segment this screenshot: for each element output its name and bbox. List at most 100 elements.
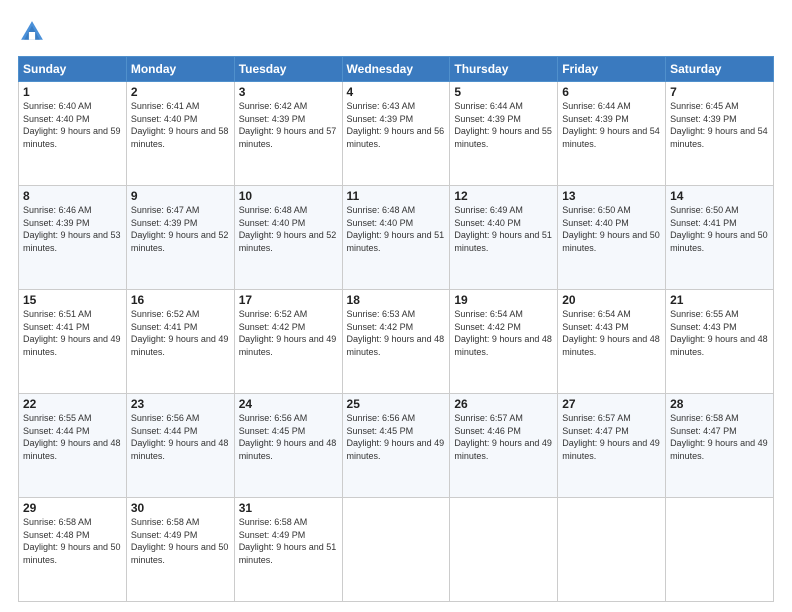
day-info: Sunrise: 6:46 AMSunset: 4:39 PMDaylight:… xyxy=(23,204,122,254)
calendar-cell: 6Sunrise: 6:44 AMSunset: 4:39 PMDaylight… xyxy=(558,82,666,186)
calendar-cell: 10Sunrise: 6:48 AMSunset: 4:40 PMDayligh… xyxy=(234,186,342,290)
calendar-cell: 13Sunrise: 6:50 AMSunset: 4:40 PMDayligh… xyxy=(558,186,666,290)
calendar-cell: 1Sunrise: 6:40 AMSunset: 4:40 PMDaylight… xyxy=(19,82,127,186)
page: SundayMondayTuesdayWednesdayThursdayFrid… xyxy=(0,0,792,612)
day-number: 25 xyxy=(347,397,446,411)
calendar-cell: 27Sunrise: 6:57 AMSunset: 4:47 PMDayligh… xyxy=(558,394,666,498)
calendar-cell: 22Sunrise: 6:55 AMSunset: 4:44 PMDayligh… xyxy=(19,394,127,498)
day-number: 1 xyxy=(23,85,122,99)
calendar-cell: 16Sunrise: 6:52 AMSunset: 4:41 PMDayligh… xyxy=(126,290,234,394)
calendar-cell: 23Sunrise: 6:56 AMSunset: 4:44 PMDayligh… xyxy=(126,394,234,498)
day-number: 26 xyxy=(454,397,553,411)
day-number: 4 xyxy=(347,85,446,99)
day-info: Sunrise: 6:58 AMSunset: 4:48 PMDaylight:… xyxy=(23,516,122,566)
day-number: 19 xyxy=(454,293,553,307)
calendar-cell: 31Sunrise: 6:58 AMSunset: 4:49 PMDayligh… xyxy=(234,498,342,602)
day-info: Sunrise: 6:54 AMSunset: 4:42 PMDaylight:… xyxy=(454,308,553,358)
day-info: Sunrise: 6:45 AMSunset: 4:39 PMDaylight:… xyxy=(670,100,769,150)
calendar-cell: 21Sunrise: 6:55 AMSunset: 4:43 PMDayligh… xyxy=(666,290,774,394)
day-info: Sunrise: 6:50 AMSunset: 4:41 PMDaylight:… xyxy=(670,204,769,254)
calendar-cell xyxy=(342,498,450,602)
day-number: 27 xyxy=(562,397,661,411)
day-number: 31 xyxy=(239,501,338,515)
calendar-cell: 24Sunrise: 6:56 AMSunset: 4:45 PMDayligh… xyxy=(234,394,342,498)
day-info: Sunrise: 6:57 AMSunset: 4:46 PMDaylight:… xyxy=(454,412,553,462)
weekday-header-tuesday: Tuesday xyxy=(234,57,342,82)
day-info: Sunrise: 6:42 AMSunset: 4:39 PMDaylight:… xyxy=(239,100,338,150)
logo-icon xyxy=(18,18,46,46)
calendar-cell: 11Sunrise: 6:48 AMSunset: 4:40 PMDayligh… xyxy=(342,186,450,290)
day-info: Sunrise: 6:48 AMSunset: 4:40 PMDaylight:… xyxy=(347,204,446,254)
calendar-cell: 18Sunrise: 6:53 AMSunset: 4:42 PMDayligh… xyxy=(342,290,450,394)
calendar-cell: 17Sunrise: 6:52 AMSunset: 4:42 PMDayligh… xyxy=(234,290,342,394)
day-number: 3 xyxy=(239,85,338,99)
day-info: Sunrise: 6:44 AMSunset: 4:39 PMDaylight:… xyxy=(562,100,661,150)
weekday-header-saturday: Saturday xyxy=(666,57,774,82)
calendar-cell: 5Sunrise: 6:44 AMSunset: 4:39 PMDaylight… xyxy=(450,82,558,186)
day-info: Sunrise: 6:58 AMSunset: 4:47 PMDaylight:… xyxy=(670,412,769,462)
day-info: Sunrise: 6:58 AMSunset: 4:49 PMDaylight:… xyxy=(131,516,230,566)
day-number: 24 xyxy=(239,397,338,411)
calendar-cell: 20Sunrise: 6:54 AMSunset: 4:43 PMDayligh… xyxy=(558,290,666,394)
day-info: Sunrise: 6:53 AMSunset: 4:42 PMDaylight:… xyxy=(347,308,446,358)
calendar-cell: 30Sunrise: 6:58 AMSunset: 4:49 PMDayligh… xyxy=(126,498,234,602)
calendar-week-row: 8Sunrise: 6:46 AMSunset: 4:39 PMDaylight… xyxy=(19,186,774,290)
calendar-cell xyxy=(666,498,774,602)
day-number: 11 xyxy=(347,189,446,203)
day-number: 9 xyxy=(131,189,230,203)
day-info: Sunrise: 6:49 AMSunset: 4:40 PMDaylight:… xyxy=(454,204,553,254)
weekday-header-sunday: Sunday xyxy=(19,57,127,82)
calendar-cell: 28Sunrise: 6:58 AMSunset: 4:47 PMDayligh… xyxy=(666,394,774,498)
day-info: Sunrise: 6:56 AMSunset: 4:45 PMDaylight:… xyxy=(239,412,338,462)
day-info: Sunrise: 6:44 AMSunset: 4:39 PMDaylight:… xyxy=(454,100,553,150)
day-info: Sunrise: 6:50 AMSunset: 4:40 PMDaylight:… xyxy=(562,204,661,254)
day-info: Sunrise: 6:43 AMSunset: 4:39 PMDaylight:… xyxy=(347,100,446,150)
weekday-header-wednesday: Wednesday xyxy=(342,57,450,82)
day-info: Sunrise: 6:57 AMSunset: 4:47 PMDaylight:… xyxy=(562,412,661,462)
day-info: Sunrise: 6:41 AMSunset: 4:40 PMDaylight:… xyxy=(131,100,230,150)
day-info: Sunrise: 6:56 AMSunset: 4:44 PMDaylight:… xyxy=(131,412,230,462)
day-number: 20 xyxy=(562,293,661,307)
weekday-header-monday: Monday xyxy=(126,57,234,82)
day-number: 12 xyxy=(454,189,553,203)
day-number: 21 xyxy=(670,293,769,307)
day-info: Sunrise: 6:55 AMSunset: 4:44 PMDaylight:… xyxy=(23,412,122,462)
calendar-week-row: 1Sunrise: 6:40 AMSunset: 4:40 PMDaylight… xyxy=(19,82,774,186)
day-number: 6 xyxy=(562,85,661,99)
day-number: 15 xyxy=(23,293,122,307)
day-info: Sunrise: 6:52 AMSunset: 4:41 PMDaylight:… xyxy=(131,308,230,358)
calendar-cell: 9Sunrise: 6:47 AMSunset: 4:39 PMDaylight… xyxy=(126,186,234,290)
calendar-cell: 7Sunrise: 6:45 AMSunset: 4:39 PMDaylight… xyxy=(666,82,774,186)
calendar-week-row: 15Sunrise: 6:51 AMSunset: 4:41 PMDayligh… xyxy=(19,290,774,394)
calendar-week-row: 22Sunrise: 6:55 AMSunset: 4:44 PMDayligh… xyxy=(19,394,774,498)
day-number: 29 xyxy=(23,501,122,515)
day-info: Sunrise: 6:40 AMSunset: 4:40 PMDaylight:… xyxy=(23,100,122,150)
header xyxy=(18,18,774,46)
calendar-cell: 29Sunrise: 6:58 AMSunset: 4:48 PMDayligh… xyxy=(19,498,127,602)
calendar-cell: 26Sunrise: 6:57 AMSunset: 4:46 PMDayligh… xyxy=(450,394,558,498)
calendar-cell: 4Sunrise: 6:43 AMSunset: 4:39 PMDaylight… xyxy=(342,82,450,186)
day-number: 28 xyxy=(670,397,769,411)
calendar-cell: 15Sunrise: 6:51 AMSunset: 4:41 PMDayligh… xyxy=(19,290,127,394)
logo xyxy=(18,18,50,46)
calendar-cell: 8Sunrise: 6:46 AMSunset: 4:39 PMDaylight… xyxy=(19,186,127,290)
day-info: Sunrise: 6:56 AMSunset: 4:45 PMDaylight:… xyxy=(347,412,446,462)
calendar-table: SundayMondayTuesdayWednesdayThursdayFrid… xyxy=(18,56,774,602)
calendar-week-row: 29Sunrise: 6:58 AMSunset: 4:48 PMDayligh… xyxy=(19,498,774,602)
day-info: Sunrise: 6:51 AMSunset: 4:41 PMDaylight:… xyxy=(23,308,122,358)
day-info: Sunrise: 6:54 AMSunset: 4:43 PMDaylight:… xyxy=(562,308,661,358)
day-number: 30 xyxy=(131,501,230,515)
day-info: Sunrise: 6:58 AMSunset: 4:49 PMDaylight:… xyxy=(239,516,338,566)
day-info: Sunrise: 6:47 AMSunset: 4:39 PMDaylight:… xyxy=(131,204,230,254)
day-number: 10 xyxy=(239,189,338,203)
calendar-cell: 2Sunrise: 6:41 AMSunset: 4:40 PMDaylight… xyxy=(126,82,234,186)
calendar-cell: 25Sunrise: 6:56 AMSunset: 4:45 PMDayligh… xyxy=(342,394,450,498)
day-number: 23 xyxy=(131,397,230,411)
calendar-cell: 14Sunrise: 6:50 AMSunset: 4:41 PMDayligh… xyxy=(666,186,774,290)
day-info: Sunrise: 6:52 AMSunset: 4:42 PMDaylight:… xyxy=(239,308,338,358)
day-info: Sunrise: 6:55 AMSunset: 4:43 PMDaylight:… xyxy=(670,308,769,358)
calendar-cell: 12Sunrise: 6:49 AMSunset: 4:40 PMDayligh… xyxy=(450,186,558,290)
day-number: 14 xyxy=(670,189,769,203)
day-number: 7 xyxy=(670,85,769,99)
day-number: 18 xyxy=(347,293,446,307)
